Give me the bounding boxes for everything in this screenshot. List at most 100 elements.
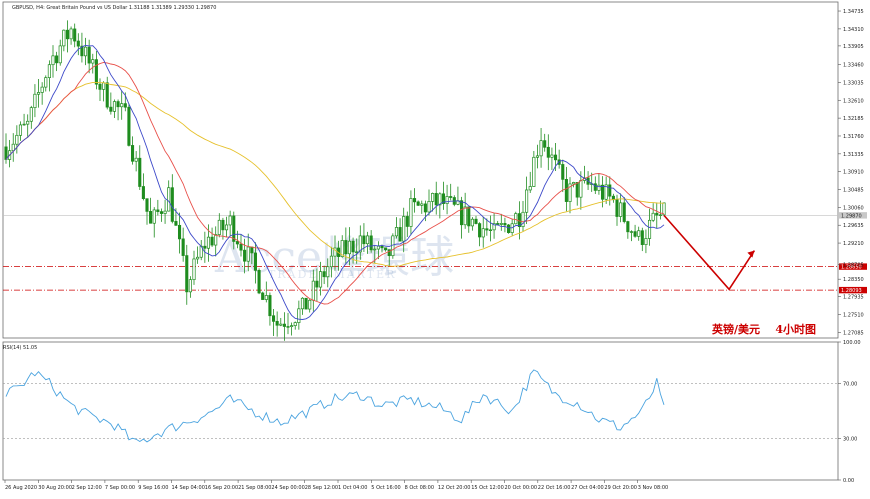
candle-up — [297, 308, 301, 323]
candle-down — [73, 28, 77, 42]
x-tick-label: 16 Sep 20:00 — [205, 485, 238, 491]
current-price-label: 1.29870 — [841, 213, 862, 219]
y-tick-label: 1.27935 — [843, 295, 864, 301]
candle-up — [499, 223, 503, 225]
candle-down — [145, 198, 149, 212]
x-tick-label: 28 Sep 12:00 — [305, 485, 338, 491]
x-tick-label: 2 Sep 12:00 — [72, 485, 102, 491]
candle-down — [405, 216, 409, 227]
candle-up — [662, 202, 666, 216]
candle-up — [11, 143, 15, 152]
candle-down — [369, 235, 373, 251]
candle-up — [188, 279, 192, 293]
candle-up — [420, 203, 424, 206]
candle-down — [250, 246, 254, 254]
y-tick-label: 1.31335 — [843, 152, 864, 158]
candle-down — [561, 164, 565, 180]
candle-up — [619, 202, 623, 217]
candle-up — [163, 210, 167, 214]
candle-up — [152, 209, 156, 224]
candle-down — [633, 231, 637, 237]
candle-up — [192, 258, 196, 281]
candle-down — [322, 271, 326, 278]
candle-up — [112, 101, 117, 112]
candle-down — [156, 209, 160, 212]
candle-down — [434, 193, 438, 206]
candle-down — [344, 240, 348, 255]
rsi-y-tick-label: 100.00 — [843, 340, 861, 346]
candle-down — [615, 199, 619, 217]
candle-down — [181, 238, 185, 256]
candle-up — [347, 240, 352, 255]
candle-down — [553, 154, 558, 161]
candle-up — [463, 206, 467, 226]
candle-down — [496, 223, 500, 225]
candle-down — [76, 40, 80, 47]
candle-up — [572, 182, 576, 185]
candle-down — [109, 106, 113, 112]
candle-down — [141, 186, 145, 200]
candle-up — [51, 55, 55, 66]
y-tick-label: 1.30060 — [843, 205, 864, 211]
x-tick-label: 21 Sep 08:00 — [238, 485, 271, 491]
candle-up — [246, 246, 250, 262]
rsi-panel — [2, 341, 839, 481]
x-tick-label: 5 Oct 16:00 — [371, 485, 400, 491]
candle-down — [564, 179, 568, 202]
candle-down — [449, 196, 453, 198]
candle-down — [185, 255, 189, 293]
candle-down — [351, 240, 355, 253]
candle-down — [55, 55, 59, 64]
candle-down — [98, 83, 102, 90]
candle-down — [232, 215, 236, 242]
rsi-y-tick-label: 0.00 — [843, 478, 854, 484]
candle-down — [257, 270, 261, 294]
candle-up — [196, 256, 200, 260]
candle-up — [228, 215, 232, 226]
y-tick-label: 1.29210 — [843, 241, 864, 247]
chart-container: Acce峰環球 TRADE SMARTER 1.28650 1.28093 1.298… — [0, 0, 870, 495]
candle-down — [600, 184, 605, 200]
candle-down — [94, 59, 98, 85]
candle-up — [470, 218, 474, 227]
candle-down — [608, 184, 612, 197]
candle-up — [33, 93, 37, 109]
y-tick-label: 1.34310 — [843, 27, 864, 33]
x-tick-label: 9 Sep 16:00 — [138, 485, 168, 491]
candle-up — [134, 157, 138, 162]
x-tick-label: 7 Sep 00:00 — [105, 485, 135, 491]
candle-down — [459, 200, 464, 226]
candle-down — [362, 235, 366, 245]
candle-up — [26, 120, 30, 125]
candle-up — [36, 92, 41, 95]
x-tick-label: 3 Nov 08:00 — [638, 485, 669, 491]
y-tick-label: 1.33460 — [843, 63, 864, 69]
candle-up — [206, 236, 211, 249]
candle-down — [478, 223, 482, 238]
candle-up — [431, 193, 435, 202]
candle-down — [485, 228, 489, 231]
candle-up — [214, 234, 218, 246]
candle-up — [521, 211, 525, 228]
candle-up — [217, 219, 221, 235]
candle-down — [412, 198, 417, 203]
candle-up — [15, 134, 19, 145]
candle-down — [275, 321, 279, 326]
candle-down — [243, 249, 247, 262]
candle-up — [69, 28, 73, 40]
candle-up — [102, 82, 106, 90]
candle-down — [467, 206, 471, 227]
candle-down — [253, 252, 258, 271]
price-panel — [2, 1, 839, 339]
candle-down — [474, 218, 478, 224]
candle-up — [376, 245, 380, 250]
x-tick-label: 30 Aug 20:00 — [38, 485, 72, 491]
candle-up — [629, 231, 634, 233]
candle-up — [550, 154, 554, 158]
candle-up — [647, 219, 652, 239]
candle-down — [123, 103, 127, 108]
candle-down — [221, 219, 225, 231]
candle-up — [488, 229, 493, 231]
candle-up — [535, 155, 540, 158]
candle-down — [4, 146, 8, 160]
